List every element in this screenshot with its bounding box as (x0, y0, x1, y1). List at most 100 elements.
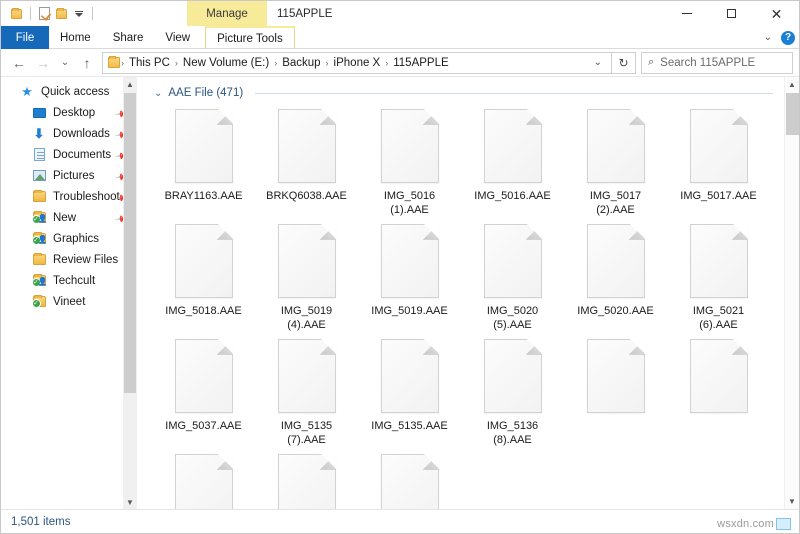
search-box[interactable]: ⌕ Search 115APPLE (641, 51, 793, 74)
maximize-button[interactable] (709, 1, 754, 26)
shared-synced-folder-icon: ✓ 👤 (31, 232, 48, 245)
chevron-down-icon[interactable]: ⌄ (154, 88, 162, 99)
sidebar-item-desktop[interactable]: Desktop 📌 (1, 102, 137, 123)
breadcrumb-dropdown-icon[interactable]: ⌄ (589, 57, 607, 68)
navigation-list: ★ Quick access Desktop 📌 ⬇ Downloads 📌 D… (1, 77, 137, 312)
file-item[interactable]: IMG_5019 (4).AAE (255, 220, 358, 335)
scroll-up-icon[interactable]: ▲ (126, 77, 134, 91)
tab-view[interactable]: View (154, 26, 201, 49)
ribbon-collapse-chevron-icon[interactable]: ⌄ (764, 32, 772, 43)
file-item[interactable] (152, 450, 255, 509)
file-item[interactable]: IMG_5135.AAE (358, 335, 461, 450)
file-item[interactable]: IMG_5020.AAE (564, 220, 667, 335)
properties-icon[interactable] (36, 5, 53, 22)
new-folder-icon[interactable] (53, 5, 70, 22)
file-item[interactable]: IMG_5019.AAE (358, 220, 461, 335)
generic-file-icon (380, 339, 439, 413)
up-button[interactable]: ↑ (75, 52, 99, 74)
file-item[interactable]: IMG_5021 (6).AAE (667, 220, 770, 335)
file-item[interactable]: BRAY1163.AAE (152, 105, 255, 220)
sidebar-item-troubleshoot[interactable]: Troubleshoot 📌 (1, 186, 137, 207)
breadcrumb-item-this-pc[interactable]: This PC (125, 57, 174, 69)
customize-chevron-icon[interactable] (70, 5, 87, 22)
pictures-icon (31, 168, 47, 184)
file-item[interactable]: IMG_5135 (7).AAE (255, 335, 358, 450)
generic-file-icon (689, 109, 748, 183)
sidebar-item-label: Pictures (53, 169, 95, 182)
sidebar-item-label: Documents (53, 148, 112, 161)
scroll-down-icon[interactable]: ▼ (788, 494, 796, 509)
toolbar-divider (30, 7, 31, 20)
sidebar-scrollbar-thumb[interactable] (124, 93, 136, 393)
sidebar-item-review-files[interactable]: Review Files (1, 249, 137, 270)
file-item[interactable]: IMG_5016 (1).AAE (358, 105, 461, 220)
sidebar-item-downloads[interactable]: ⬇ Downloads 📌 (1, 123, 137, 144)
breadcrumb-item-backup[interactable]: Backup (278, 57, 324, 69)
breadcrumb[interactable]: › This PC › New Volume (E:) › Backup › i… (102, 51, 612, 74)
minimize-button[interactable] (664, 1, 709, 26)
file-item[interactable]: IMG_5017.AAE (667, 105, 770, 220)
file-name-line1: IMG_5135 (280, 420, 333, 432)
sidebar-scrollbar[interactable]: ▲ ▼ (123, 77, 137, 509)
folder-icon (31, 252, 47, 268)
file-label: BRAY1163.AAE (154, 189, 254, 203)
file-label: IMG_5017 (2).AAE (566, 189, 666, 217)
file-name-line1: IMG_5017.AAE (680, 190, 757, 202)
back-button[interactable]: ← (7, 52, 31, 74)
file-name-line1: IMG_5136 (486, 420, 539, 432)
file-label: IMG_5019.AAE (360, 304, 460, 318)
search-icon: ⌕ (648, 56, 655, 68)
tab-file[interactable]: File (1, 26, 49, 49)
forward-button[interactable]: → (31, 52, 55, 74)
scroll-up-icon[interactable]: ▲ (788, 77, 796, 92)
sidebar-item-documents[interactable]: Documents 📌 (1, 144, 137, 165)
sidebar-item-new[interactable]: ✓👤 New 📌 (1, 207, 137, 228)
search-input[interactable]: Search 115APPLE (660, 57, 755, 69)
tab-share[interactable]: Share (102, 26, 155, 49)
file-name-line2: (4).AAE (287, 319, 326, 331)
navigation-pane: ★ Quick access Desktop 📌 ⬇ Downloads 📌 D… (1, 77, 137, 509)
file-item[interactable]: IMG_5016.AAE (461, 105, 564, 220)
folder-icon[interactable] (8, 5, 25, 22)
tab-picture-tools[interactable]: Picture Tools (205, 26, 295, 49)
help-icon[interactable]: ? (781, 30, 795, 45)
file-item[interactable]: IMG_5017 (2).AAE (564, 105, 667, 220)
file-item[interactable] (358, 450, 461, 509)
breadcrumb-item-iphone-x[interactable]: iPhone X (330, 57, 385, 69)
generic-file-icon (174, 454, 233, 509)
sidebar-item-quick-access[interactable]: ★ Quick access (1, 81, 137, 102)
file-label: IMG_5135 (7).AAE (257, 419, 357, 447)
content-scrollbar[interactable]: ▲ ▼ (784, 77, 799, 509)
sidebar-item-pictures[interactable]: Pictures 📌 (1, 165, 137, 186)
close-button[interactable]: ✕ (754, 1, 799, 26)
recent-locations-button[interactable]: ⌄ (55, 52, 75, 74)
file-grid: BRAY1163.AAE BRKQ6038.AAE IMG_5016 (1).A… (138, 101, 799, 509)
file-item[interactable] (255, 450, 358, 509)
file-item[interactable]: IMG_5020 (5).AAE (461, 220, 564, 335)
item-count-label: 1,501 items (11, 515, 71, 528)
file-list-pane[interactable]: ⌄ AAE File (471) BRAY1163.AAE BRKQ6038.A… (137, 77, 799, 509)
file-name-line2: (7).AAE (287, 434, 326, 446)
contextual-tab-group-manage[interactable]: Manage (187, 1, 267, 26)
generic-file-icon (277, 339, 336, 413)
file-item[interactable]: IMG_5037.AAE (152, 335, 255, 450)
refresh-button[interactable]: ↻ (612, 51, 636, 74)
file-name-line2: (8).AAE (493, 434, 532, 446)
tab-home[interactable]: Home (49, 26, 102, 49)
scroll-down-icon[interactable]: ▼ (126, 495, 134, 509)
breadcrumb-item-115apple[interactable]: 115APPLE (389, 57, 452, 69)
file-item[interactable]: BRKQ6038.AAE (255, 105, 358, 220)
file-name-line1: IMG_5020.AAE (577, 305, 654, 317)
ribbon-right-controls: ⌄ ? (764, 26, 795, 49)
file-item[interactable]: IMG_5136 (8).AAE (461, 335, 564, 450)
sidebar-item-graphics[interactable]: ✓ 👤 Graphics (1, 228, 137, 249)
sidebar-item-label: Downloads (53, 127, 110, 140)
content-scrollbar-thumb[interactable] (786, 93, 799, 135)
breadcrumb-item-new-volume[interactable]: New Volume (E:) (179, 57, 273, 69)
sidebar-item-techcult[interactable]: ✓ 👤 Techcult (1, 270, 137, 291)
group-header-aae-file[interactable]: ⌄ AAE File (471) (138, 77, 799, 101)
sidebar-item-vineet[interactable]: ✓ Vineet (1, 291, 137, 312)
file-item[interactable] (564, 335, 667, 450)
file-item[interactable] (667, 335, 770, 450)
file-item[interactable]: IMG_5018.AAE (152, 220, 255, 335)
